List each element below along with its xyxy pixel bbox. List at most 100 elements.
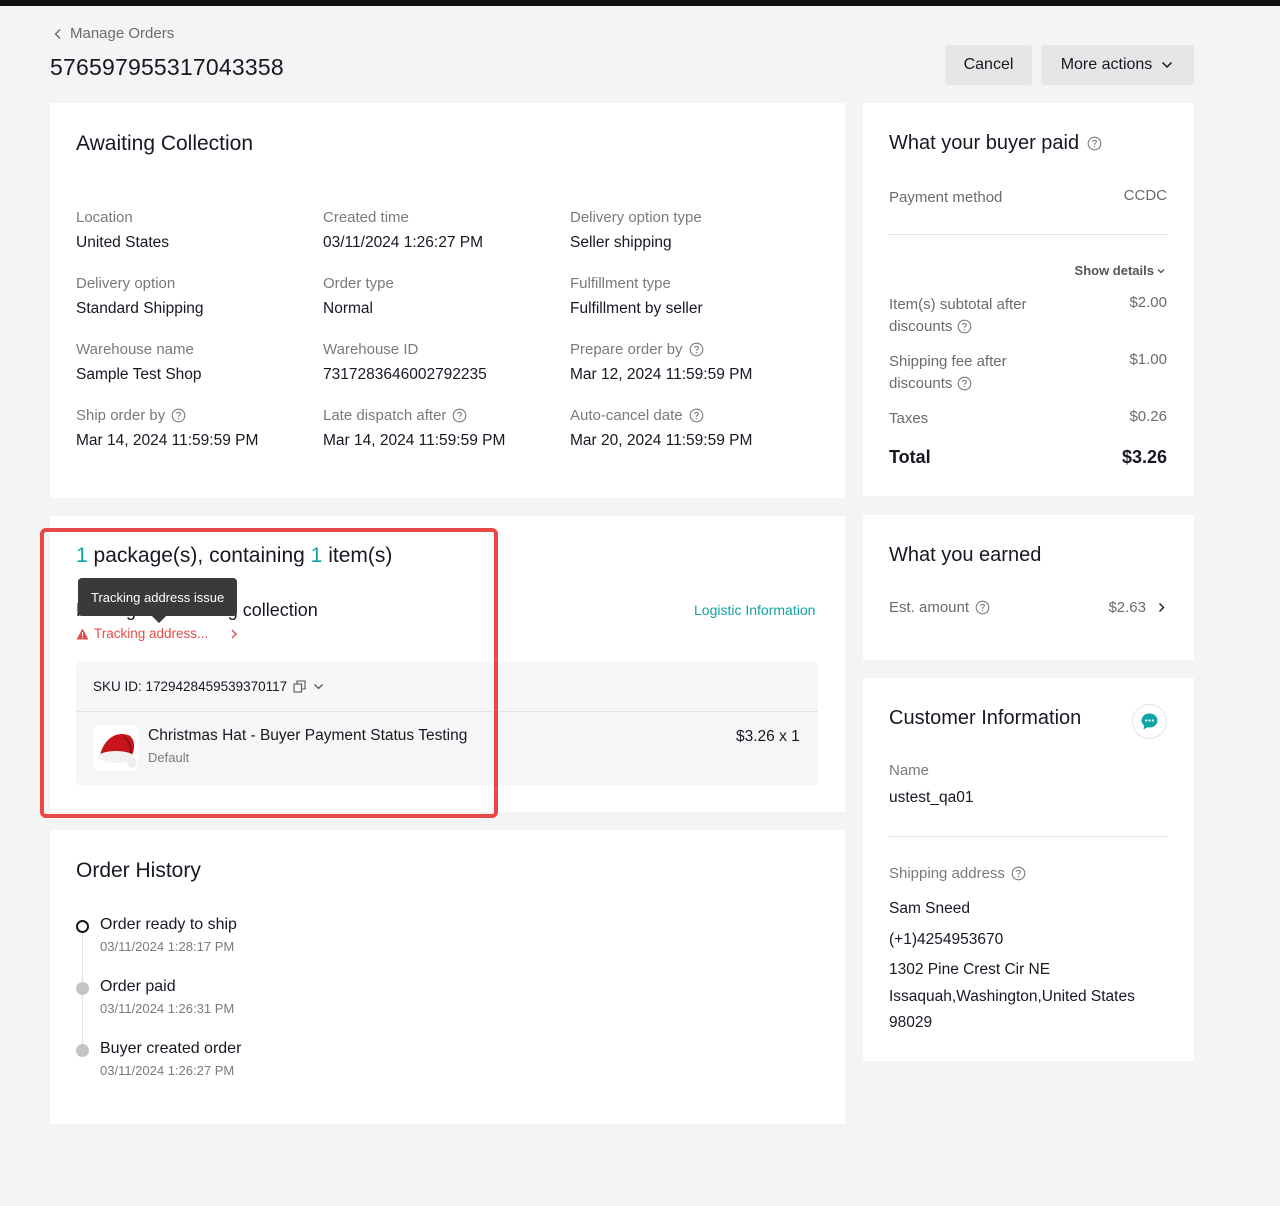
back-link[interactable]: Manage Orders <box>52 25 174 42</box>
shipping-fee-value: $1.00 <box>1129 351 1167 368</box>
est-amount-label: Est. amount <box>889 599 970 616</box>
order-detail-field: Created time 03/11/2024 1:26:27 PM <box>323 209 570 252</box>
buyer-paid-title-text: What your buyer paid <box>889 132 1080 154</box>
help-icon[interactable] <box>957 319 972 334</box>
shipping-fee-label-line2: discounts <box>889 375 953 392</box>
help-icon[interactable] <box>452 408 467 423</box>
help-icon[interactable] <box>1011 866 1026 881</box>
payment-method-label: Payment method <box>889 189 1003 206</box>
order-status-title: Awaiting Collection <box>76 132 254 155</box>
divider <box>76 711 818 712</box>
shipping-fee-label: Shipping fee after discounts <box>889 351 1007 395</box>
total-label: Total <box>889 447 931 467</box>
order-detail-field: Late dispatch after Mar 14, 2024 11:59:59… <box>323 407 570 450</box>
logistic-information-link[interactable]: Logistic Information <box>694 602 815 618</box>
field-label: Location <box>76 209 323 226</box>
earned-title: What you earned <box>889 544 1042 566</box>
recipient-name: Sam Sneed <box>889 900 970 917</box>
chevron-down-icon[interactable] <box>312 680 325 693</box>
taxes-label: Taxes <box>889 410 929 427</box>
address-street: 1302 Pine Crest Cir NE <box>889 961 1051 978</box>
chevron-right-icon[interactable] <box>228 628 240 640</box>
payment-method-row: Payment method CCDC <box>889 187 1167 209</box>
item-variant: Default <box>148 750 190 765</box>
more-actions-button[interactable]: More actions <box>1041 45 1194 85</box>
history-event-time: 03/11/2024 1:26:31 PM <box>100 1001 235 1016</box>
chat-button[interactable] <box>1132 704 1167 739</box>
timeline-dot-icon <box>76 920 89 933</box>
shipping-address-label: Shipping address <box>889 865 1005 882</box>
payment-method-value: CCDC <box>1123 187 1167 204</box>
help-icon[interactable] <box>1087 136 1102 151</box>
field-label-text: Fulfillment type <box>570 275 671 292</box>
order-status-card: Awaiting Collection Location United State… <box>50 103 845 498</box>
name-label: Name <box>889 762 930 779</box>
help-icon[interactable] <box>171 408 186 423</box>
help-icon[interactable] <box>689 342 704 357</box>
field-value: United States <box>76 234 170 251</box>
field-label: Ship order by <box>76 407 323 424</box>
help-icon[interactable] <box>689 408 704 423</box>
field-label-text: Warehouse ID <box>323 341 419 358</box>
field-label-text: Delivery option <box>76 275 176 292</box>
shipping-fee-row: Shipping fee after discounts $1.00 <box>889 351 1167 395</box>
cancel-button-label: Cancel <box>963 56 1014 73</box>
divider <box>889 234 1167 235</box>
subtotal-label-line1: Item(s) subtotal after <box>889 296 1027 313</box>
field-label-text: Created time <box>323 209 409 226</box>
back-link-label: Manage Orders <box>70 25 175 42</box>
package-summary-title: 1 package(s), containing 1 item(s) <box>76 544 392 568</box>
total-value: $3.26 <box>1121 447 1167 467</box>
chat-icon <box>1141 713 1158 730</box>
top-bar <box>0 0 1280 6</box>
package-card: 1 package(s), containing 1 item(s) Packa… <box>50 516 845 812</box>
address-zip: 98029 <box>889 1014 933 1031</box>
help-icon[interactable] <box>975 600 990 615</box>
address-city: Issaquah,Washington,United States <box>889 988 1135 1005</box>
field-label: Late dispatch after <box>323 407 570 424</box>
field-label-text: Late dispatch after <box>323 407 447 424</box>
show-details-toggle[interactable]: Show details <box>1075 263 1166 278</box>
history-event-time: 03/11/2024 1:28:17 PM <box>100 939 235 954</box>
package-count: 1 <box>76 544 88 567</box>
copy-icon[interactable] <box>293 680 306 693</box>
history-event-title: Buyer created order <box>100 1040 242 1057</box>
field-value: Normal <box>323 300 373 317</box>
order-detail-field: Prepare order by Mar 12, 2024 11:59:59 PM <box>570 341 817 384</box>
customer-info-title: Customer Information <box>889 707 1082 729</box>
chevron-down-icon <box>1162 61 1173 69</box>
subtotal-label: Item(s) subtotal after discounts <box>889 294 1027 338</box>
field-value: Fulfillment by seller <box>570 300 703 317</box>
show-details-label: Show details <box>1074 263 1154 278</box>
field-label-text: Location <box>76 209 133 226</box>
tracking-warning-label: Tracking address... <box>94 626 209 641</box>
order-detail-field: Warehouse name Sample Test Shop <box>76 341 323 384</box>
order-detail-field: Warehouse ID 7317283646002792235 <box>323 341 570 384</box>
timeline-dot-icon <box>76 1044 89 1057</box>
subtotal-value: $2.00 <box>1129 294 1167 311</box>
order-detail-field: Delivery option type Seller shipping <box>570 209 817 252</box>
earned-card: What you earned Est. amount $2.63 <box>863 515 1194 660</box>
est-amount-link[interactable]: $2.63 <box>1108 599 1167 616</box>
timeline-dot-icon <box>76 982 89 995</box>
field-value: Seller shipping <box>570 234 672 251</box>
field-label-text: Delivery option type <box>570 209 702 226</box>
cancel-button[interactable]: Cancel <box>945 45 1032 85</box>
order-detail-field: Fulfillment type Fulfillment by seller <box>570 275 817 318</box>
package-title-end: item(s) <box>328 544 393 567</box>
field-value: Standard Shipping <box>76 300 204 317</box>
warning-icon <box>76 628 89 639</box>
field-value: Mar 14, 2024 11:59:59 PM <box>76 432 259 449</box>
item-name[interactable]: Christmas Hat - Buyer Payment Status Tes… <box>148 727 467 745</box>
buyer-paid-card: What your buyer paid Payment method CCDC… <box>863 103 1194 496</box>
order-history-card: Order History Order ready to ship 03/11/2… <box>50 830 845 1124</box>
total-row: Total $3.26 <box>889 447 1167 468</box>
help-icon[interactable] <box>957 376 972 391</box>
field-label: Auto-cancel date <box>570 407 817 424</box>
package-title-mid: package(s), containing <box>93 544 305 567</box>
field-label-text: Prepare order by <box>570 341 683 358</box>
item-count: 1 <box>310 544 323 567</box>
taxes-row: Taxes $0.26 <box>889 408 1167 430</box>
field-label: Delivery option type <box>570 209 817 226</box>
tracking-warning[interactable]: Tracking address... <box>76 626 208 641</box>
